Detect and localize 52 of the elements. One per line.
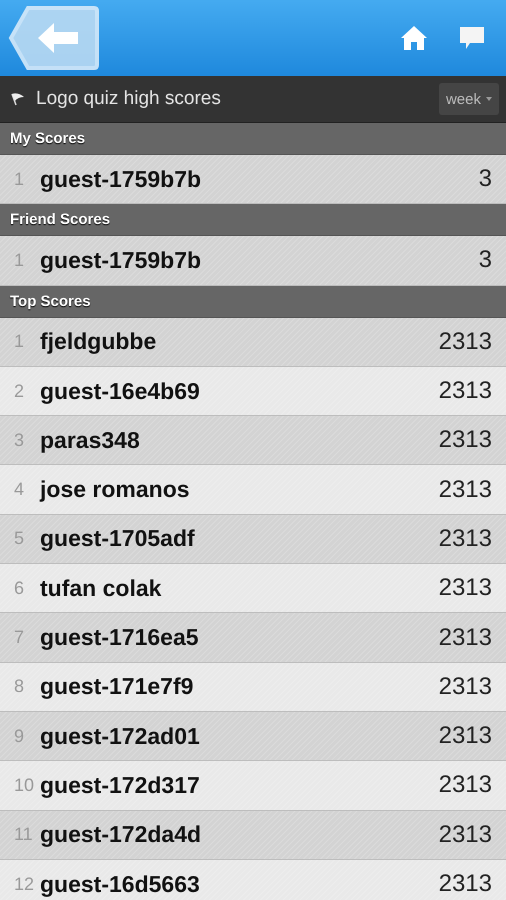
player-name: tufan colak <box>40 574 162 602</box>
rank-number: 1 <box>14 331 26 352</box>
score-value: 3 <box>478 246 492 274</box>
back-button[interactable] <box>8 5 100 71</box>
score-value: 2313 <box>438 722 492 750</box>
score-value: 2313 <box>438 476 492 504</box>
player-name: guest-1759b7b <box>40 166 202 193</box>
player-name: guest-171e7f9 <box>40 673 194 700</box>
score-value: 2313 <box>438 574 492 602</box>
score-value: 3 <box>478 165 492 194</box>
rank-number: 1 <box>14 168 26 190</box>
section-header: Friend Scores <box>0 204 506 236</box>
score-value: 2313 <box>438 328 492 356</box>
player-name: guest-16e4b69 <box>40 378 201 405</box>
score-value: 2313 <box>438 624 492 652</box>
player-name: guest-1759b7b <box>40 246 202 274</box>
home-icon[interactable] <box>400 25 428 51</box>
score-value: 2313 <box>438 426 492 454</box>
score-value: 2313 <box>438 820 492 849</box>
player-name: guest-16d5663 <box>40 870 201 898</box>
section-header: Top Scores <box>0 286 506 318</box>
caret-icon <box>486 97 492 101</box>
player-name: guest-172da4d <box>40 821 202 848</box>
rank-number: 2 <box>14 380 26 402</box>
rank-number: 5 <box>14 528 26 550</box>
score-value: 2313 <box>438 672 492 701</box>
rank-number: 7 <box>14 627 26 648</box>
rank-number: 3 <box>14 430 26 451</box>
score-value: 2313 <box>438 524 492 553</box>
rank-number: 1 <box>14 250 26 271</box>
player-name: jose romanos <box>40 476 191 504</box>
score-value: 2313 <box>438 771 492 800</box>
player-name: paras348 <box>40 426 141 454</box>
score-value: 2313 <box>438 870 492 898</box>
player-name: guest-172d317 <box>40 772 201 799</box>
section-header: My Scores <box>0 123 506 155</box>
score-value: 2313 <box>438 377 492 406</box>
rank-number: 11 <box>14 824 34 846</box>
rank-number: 4 <box>14 479 26 500</box>
rank-number: 10 <box>14 774 36 796</box>
flag-icon <box>10 91 26 107</box>
player-name: fjeldgubbe <box>40 328 158 356</box>
rank-number: 6 <box>14 578 26 599</box>
rank-number: 9 <box>14 726 26 747</box>
player-name: guest-172ad01 <box>40 722 201 750</box>
chat-icon[interactable] <box>458 25 486 51</box>
player-name: guest-1716ea5 <box>40 624 200 652</box>
rank-number: 12 <box>14 874 36 894</box>
screen-title: Logo quiz high scores <box>36 88 222 110</box>
period-dropdown[interactable]: week <box>438 83 499 115</box>
rank-number: 8 <box>14 676 26 698</box>
player-name: guest-1705adf <box>40 525 196 552</box>
